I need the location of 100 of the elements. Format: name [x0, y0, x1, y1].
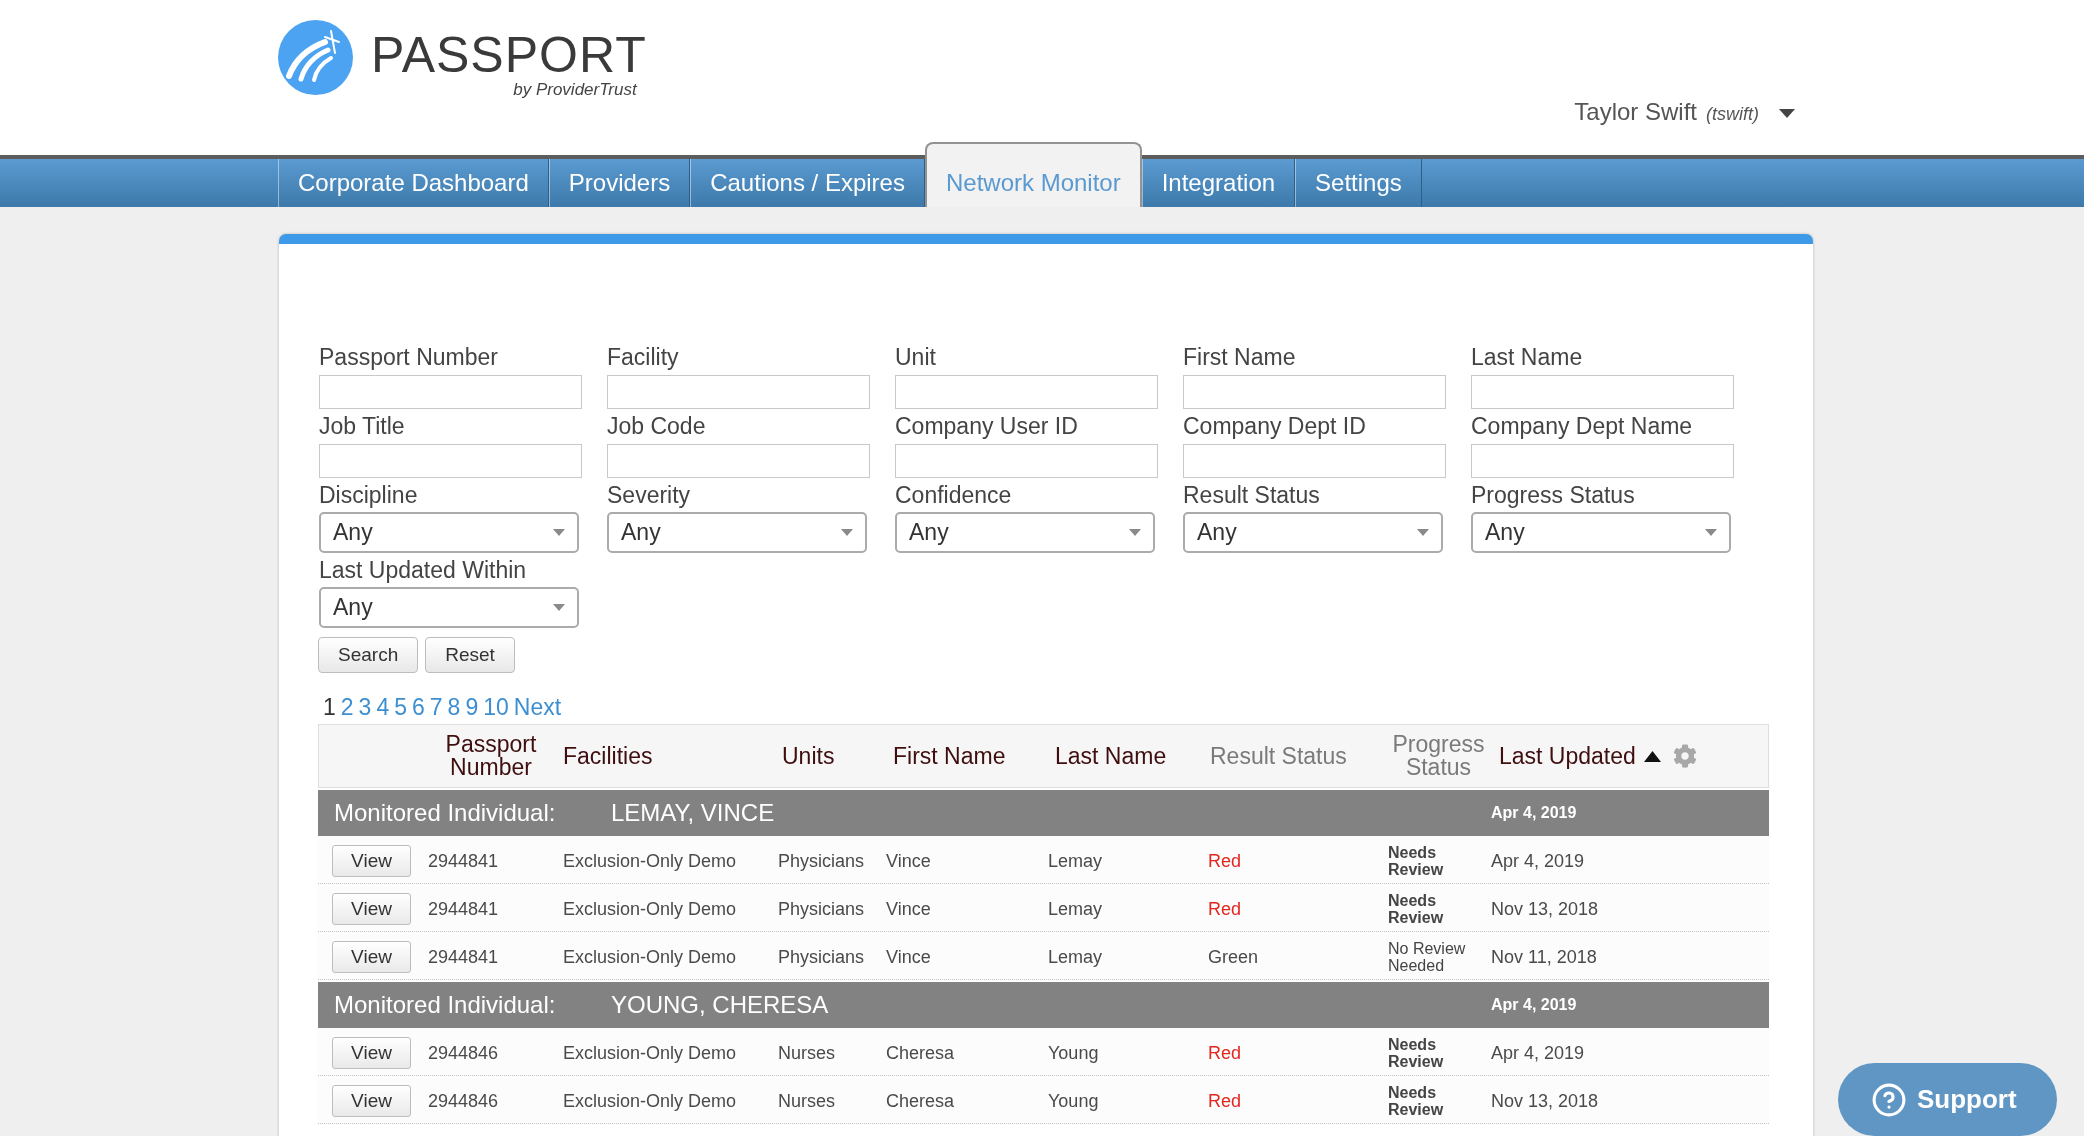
table-cell-text: Nurses: [777, 1042, 836, 1064]
dropdown[interactable]: Any: [895, 512, 1155, 553]
table-cell-text: Physicians: [777, 898, 866, 920]
nav-tab[interactable]: Cautions / Expires: [690, 159, 925, 207]
table-cell-text: Red: [1207, 898, 1243, 920]
field-label: Company User ID: [895, 412, 1078, 441]
text-input[interactable]: [607, 375, 870, 409]
search-button[interactable]: Search: [318, 637, 419, 673]
caret-icon[interactable]: [1779, 108, 1795, 118]
field-label: Result Status: [1183, 481, 1320, 510]
table-cell-text: Red: [1207, 1090, 1243, 1112]
field-label: Last Updated Within: [319, 556, 527, 585]
text-input[interactable]: [895, 444, 1158, 478]
field-label: Severity: [607, 481, 691, 510]
table-cell-text: Nurses: [777, 1090, 836, 1112]
user-handle: (tswift): [1706, 103, 1759, 126]
table-cell-text: 2944841: [427, 850, 500, 872]
settings-icon[interactable]: [1672, 744, 1697, 768]
text-input[interactable]: [1471, 375, 1734, 409]
table-cell-text: 2944841: [427, 946, 500, 968]
table-cell-text: Needs Review: [1387, 1084, 1445, 1118]
group-date: Apr 4, 2019: [1491, 804, 1578, 822]
dropdown[interactable]: Any: [1183, 512, 1443, 553]
group-date: Apr 4, 2019: [1491, 996, 1578, 1014]
logo-wordmark: PASSPORT: [371, 30, 647, 80]
individual-name: YOUNG, CHERESA: [611, 991, 830, 1019]
table-cell-text: Red: [1207, 1042, 1243, 1064]
nav-tab[interactable]: Providers: [548, 159, 691, 207]
page-link[interactable]: 8: [447, 692, 461, 722]
table-cell-text: Physicians: [777, 946, 866, 968]
view-button[interactable]: View: [332, 941, 411, 973]
view-button[interactable]: View: [332, 1037, 411, 1069]
table-cell-text: Exclusion-Only Demo: [562, 898, 738, 920]
individual-name: LEMAY, VINCE: [611, 799, 776, 827]
table-cell-text: Vince: [885, 898, 932, 920]
column-header[interactable]: Passport Number: [431, 733, 551, 779]
table-cell-text: Young: [1047, 1042, 1100, 1064]
text-input[interactable]: [1183, 375, 1446, 409]
dropdown[interactable]: Any: [319, 587, 579, 628]
view-button[interactable]: View: [332, 893, 411, 925]
text-input[interactable]: [1183, 444, 1446, 478]
column-header[interactable]: Last Name: [1055, 744, 1167, 768]
view-button[interactable]: View: [332, 1085, 411, 1117]
column-header: Result Status: [1210, 744, 1347, 768]
help-icon: [1872, 1082, 1906, 1117]
table-cell-text: Nov 13, 2018: [1490, 1090, 1600, 1112]
table-cell-text: Cheresa: [885, 1090, 956, 1112]
text-input[interactable]: [319, 444, 582, 478]
text-input[interactable]: [895, 375, 1158, 409]
field-label: Facility: [607, 343, 679, 372]
table-cell-text: Lemay: [1047, 946, 1104, 968]
reset-button[interactable]: Reset: [425, 637, 515, 673]
field-label: Company Dept ID: [1183, 412, 1366, 441]
field-label: Progress Status: [1471, 481, 1635, 510]
nav-tab[interactable]: Corporate Dashboard: [278, 159, 549, 207]
table-cell-text: No Review Needed: [1387, 940, 1467, 974]
text-input[interactable]: [319, 375, 582, 409]
field-label: Company Dept Name: [1471, 412, 1693, 441]
table-cell-text: Vince: [885, 946, 932, 968]
page-link[interactable]: 1: [323, 692, 336, 722]
table-cell-text: Red: [1207, 850, 1243, 872]
column-header[interactable]: Units: [782, 744, 835, 768]
column-header[interactable]: First Name: [893, 744, 1006, 768]
table-cell-text: Exclusion-Only Demo: [562, 1042, 738, 1064]
column-header[interactable]: Facilities: [563, 744, 653, 768]
field-label: Job Code: [607, 412, 706, 441]
column-header: Progress Status: [1391, 733, 1486, 779]
table-cell-text: Nov 13, 2018: [1490, 898, 1600, 920]
table-cell-text: Physicians: [777, 850, 866, 872]
table-cell-text: Apr 4, 2019: [1490, 1042, 1586, 1064]
field-label: Confidence: [895, 481, 1012, 510]
table-cell-text: Exclusion-Only Demo: [562, 850, 738, 872]
table-cell-text: Exclusion-Only Demo: [562, 946, 738, 968]
nav-tab[interactable]: Integration: [1141, 159, 1296, 207]
dropdown[interactable]: Any: [1471, 512, 1731, 553]
dropdown[interactable]: Any: [319, 512, 579, 553]
page-link[interactable]: 3: [358, 692, 372, 722]
table-cell-text: Exclusion-Only Demo: [562, 1090, 738, 1112]
table-cell-text: Lemay: [1047, 850, 1104, 872]
group-label: Monitored Individual:: [333, 799, 557, 827]
table-cell-text: 2944846: [427, 1090, 500, 1112]
table-cell-text: Vince: [885, 850, 932, 872]
logo-byline: by ProviderTrust: [513, 80, 639, 100]
text-input[interactable]: [1471, 444, 1734, 478]
dropdown[interactable]: Any: [607, 512, 867, 553]
view-button[interactable]: View: [332, 845, 411, 877]
nav-tab[interactable]: Settings: [1295, 159, 1422, 207]
table-cell-text: Cheresa: [885, 1042, 956, 1064]
table-cell-text: Green: [1207, 946, 1260, 968]
table-cell-text: Apr 4, 2019: [1490, 850, 1586, 872]
sort-arrow-icon[interactable]: [1643, 750, 1661, 762]
table-cell-text: Needs Review: [1387, 844, 1445, 878]
table-cell-text: Young: [1047, 1090, 1100, 1112]
text-input[interactable]: [607, 444, 870, 478]
field-label: Passport Number: [319, 343, 498, 372]
field-label: First Name: [1183, 343, 1296, 372]
column-header[interactable]: Last Updated: [1499, 744, 1636, 768]
user-name[interactable]: Taylor Swift: [1574, 97, 1697, 127]
table-cell-text: 2944841: [427, 898, 500, 920]
table-cell-text: Needs Review: [1387, 892, 1445, 926]
